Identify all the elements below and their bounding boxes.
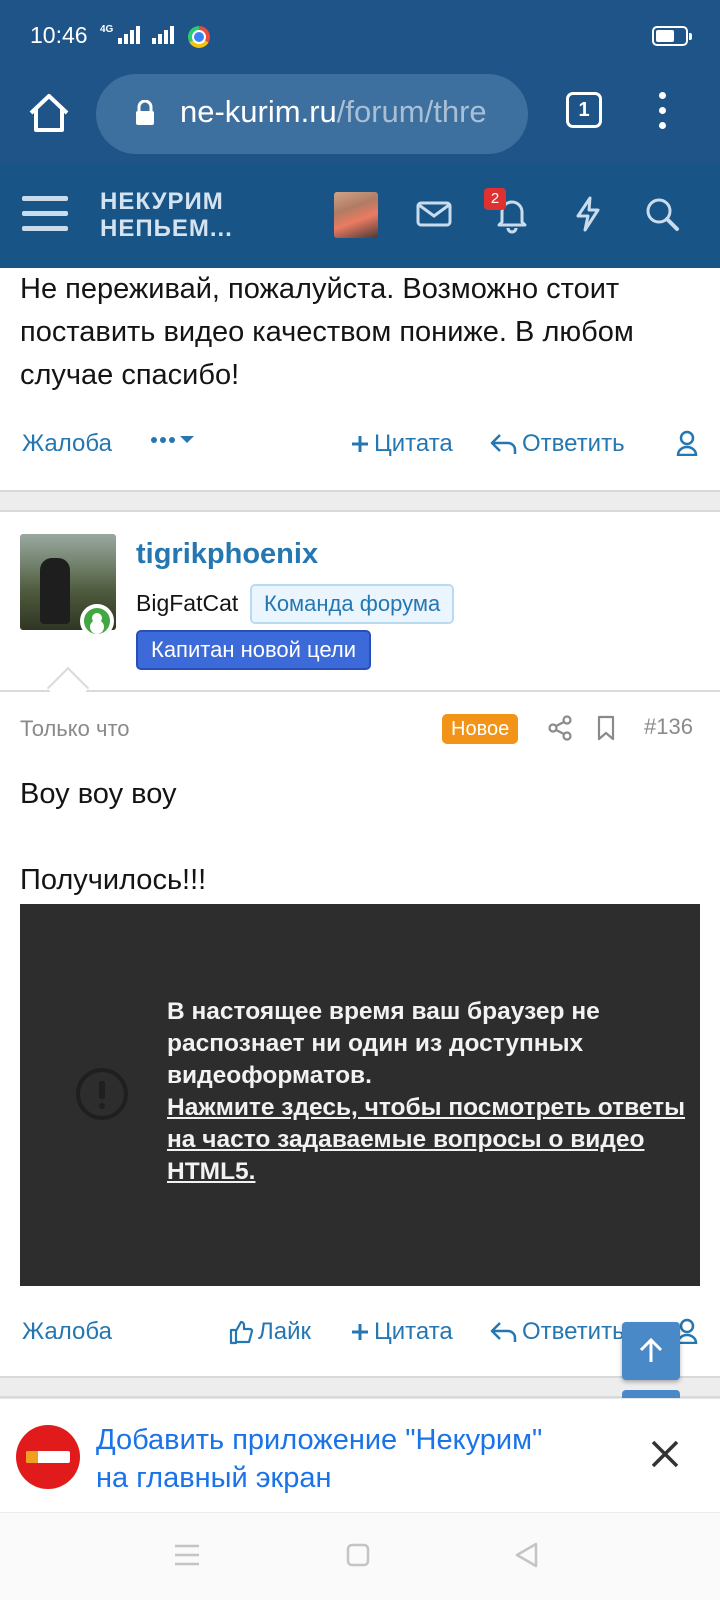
post-divider [0, 1376, 720, 1398]
status-time: 10:46 [30, 22, 88, 48]
video-error-text: В настоящее время ваш браузер не распозн… [167, 998, 600, 1089]
status-bar: 10:46 4G [0, 0, 720, 72]
browser-toolbar: ne-kurim.ru/forum/thre 1 [0, 72, 720, 164]
reply-icon [490, 1322, 517, 1342]
post-header-divider [0, 690, 720, 692]
bookmark-icon[interactable] [592, 714, 620, 742]
video-faq-link[interactable]: Нажмите здесь, чтобы посмотреть ответы н… [167, 1092, 687, 1188]
previous-post-actions: Жалоба Цитата Ответить [0, 430, 720, 470]
reply-label: Ответить [522, 1318, 625, 1345]
install-app-banner[interactable]: Добавить приложение "Некурим" на главный… [0, 1398, 720, 1512]
reply-icon [490, 434, 517, 454]
report-link[interactable]: Жалоба [22, 1318, 112, 1346]
user-title: BigFatCat [136, 590, 239, 616]
home-icon[interactable] [26, 90, 72, 136]
install-banner-text[interactable]: Добавить приложение "Некурим" на главный… [96, 1421, 616, 1497]
account-avatar[interactable] [334, 192, 378, 238]
app-logo-icon [16, 1425, 80, 1489]
logo-line-2: НЕПЬЕМ... [100, 215, 233, 242]
home-nav-icon[interactable] [346, 1543, 370, 1567]
post-text-line-1: Воу воу воу [20, 778, 177, 810]
quote-button[interactable]: Цитата [350, 1318, 453, 1346]
post-divider [0, 490, 720, 512]
video-player[interactable]: В настоящее время ваш браузер не распозн… [20, 904, 700, 1286]
forum-header: НЕКУРИМ НЕПЬЕМ... 2 [0, 164, 720, 268]
previous-post-text: Не переживай, пожалуйста. Возможно стоит… [20, 273, 634, 391]
url-path: /forum/thre [336, 94, 487, 129]
more-options-icon[interactable] [654, 92, 670, 134]
post-text-line-2: Получилось!!! [20, 864, 207, 896]
user-icon [676, 430, 698, 456]
more-actions-button[interactable] [150, 430, 198, 450]
inbox-icon[interactable] [414, 194, 454, 234]
video-error-message: В настоящее время ваш браузер не распозн… [167, 996, 687, 1188]
post-actions: Жалоба Лайк Цитата Ответить [0, 1318, 720, 1358]
network-type-label: 4G [100, 24, 114, 35]
signal-icon: 4G [100, 24, 175, 44]
like-label: Лайк [258, 1318, 312, 1345]
quote-button[interactable]: Цитата [350, 430, 453, 458]
ellipsis-dropdown-icon [151, 436, 194, 443]
system-navigation-bar [0, 1512, 720, 1600]
back-icon[interactable] [514, 1541, 538, 1569]
like-button[interactable]: Лайк [228, 1318, 311, 1346]
report-link[interactable]: Жалоба [22, 430, 112, 458]
plus-icon [352, 436, 368, 452]
scroll-to-top-button[interactable] [622, 1322, 680, 1380]
reply-button[interactable]: Ответить [490, 1318, 625, 1346]
goal-badge: Капитан новой цели [136, 630, 372, 670]
tabs-button[interactable]: 1 [566, 92, 602, 128]
install-banner-line-2: на главный экран [96, 1462, 332, 1494]
new-badge: Новое [442, 714, 519, 744]
url-text[interactable]: ne-kurim.ru/forum/thre [180, 94, 510, 130]
reply-label: Ответить [522, 430, 625, 457]
lock-icon [136, 100, 154, 125]
thumbs-up-icon [229, 1320, 254, 1345]
close-icon[interactable] [650, 1439, 680, 1469]
forum-logo[interactable]: НЕКУРИМ НЕПЬЕМ... [100, 188, 233, 242]
warning-icon [76, 1068, 128, 1120]
lightning-icon[interactable] [568, 194, 608, 234]
username-link[interactable]: tigrikphoenix [136, 538, 318, 571]
chrome-icon [188, 26, 210, 48]
search-icon[interactable] [642, 194, 682, 234]
recents-icon[interactable] [174, 1543, 200, 1567]
online-status-icon [80, 604, 114, 638]
url-domain: ne-kurim.ru [180, 94, 337, 129]
team-badge: Команда форума [250, 584, 455, 624]
install-banner-line-1: Добавить приложение "Некурим" [96, 1424, 543, 1456]
menu-icon[interactable] [22, 196, 68, 236]
reply-button[interactable]: Ответить [490, 430, 625, 458]
plus-icon [352, 1324, 368, 1340]
post-header-pointer [46, 666, 90, 710]
post-number-link[interactable]: #136 [644, 714, 693, 740]
quote-label: Цитата [374, 430, 453, 457]
battery-icon [652, 26, 692, 46]
arrow-up-icon [639, 1337, 663, 1362]
notification-badge: 2 [484, 188, 506, 210]
share-icon[interactable] [546, 714, 574, 742]
post-time[interactable]: Только что [20, 716, 130, 742]
logo-line-1: НЕКУРИМ [100, 188, 224, 215]
quote-label: Цитата [374, 1318, 453, 1345]
user-menu-button[interactable] [676, 430, 698, 456]
